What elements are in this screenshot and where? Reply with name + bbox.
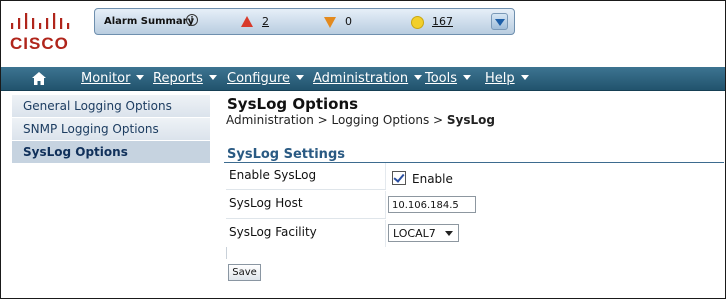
cisco-logo: CISCO — [8, 12, 72, 56]
nav-tools[interactable]: Tools — [425, 71, 472, 86]
sidebar-item-snmp-logging[interactable]: SNMP Logging Options — [12, 118, 210, 141]
nav-monitor[interactable]: Monitor — [81, 71, 145, 86]
alarm-dropdown-button[interactable] — [491, 13, 508, 30]
column-divider — [385, 163, 386, 189]
column-divider — [385, 220, 386, 247]
breadcrumb-current: SysLog — [446, 113, 495, 127]
nav-administration-label: Administration — [313, 71, 409, 86]
enable-checkbox-label[interactable]: Enable — [412, 172, 453, 186]
nav-tools-label: Tools — [425, 71, 458, 86]
syslog-host-label: SysLog Host — [229, 196, 303, 210]
chevron-down-icon — [463, 75, 472, 80]
sidebar-item-syslog-options[interactable]: SysLog Options — [12, 141, 210, 164]
minor-alarm[interactable]: 167 — [411, 14, 471, 30]
nav-help[interactable]: Help — [485, 71, 529, 86]
chevron-down-icon — [445, 231, 453, 236]
sidebar-item-general-logging[interactable]: General Logging Options — [12, 95, 210, 118]
major-alarm: 0 — [324, 14, 364, 30]
breadcrumb-path: Administration > Logging Options > — [226, 113, 447, 127]
logo-text: CISCO — [10, 34, 69, 53]
alarm-summary-title: Alarm Summary — [104, 16, 195, 27]
chevron-down-icon — [520, 75, 529, 80]
nav-administration[interactable]: Administration — [313, 71, 423, 86]
critical-alarm-icon — [241, 16, 253, 27]
info-icon[interactable]: i — [186, 14, 198, 26]
save-button[interactable]: Save — [228, 264, 261, 281]
critical-alarm-count[interactable]: 2 — [262, 15, 269, 28]
page-title: SysLog Options — [227, 95, 359, 113]
row-divider — [226, 189, 386, 190]
minor-alarm-icon — [411, 16, 424, 29]
nav-help-label: Help — [485, 71, 515, 86]
chevron-down-icon — [296, 75, 305, 80]
chevron-down-icon — [136, 75, 145, 80]
syslog-host-input[interactable]: 10.106.184.5 — [388, 196, 476, 213]
nav-configure-label: Configure — [227, 71, 291, 86]
sidebar: General Logging Options SNMP Logging Opt… — [12, 95, 210, 164]
row-divider — [226, 218, 386, 219]
cisco-bars-icon — [11, 13, 70, 29]
nav-configure[interactable]: Configure — [227, 71, 305, 86]
alarm-summary-bar: Alarm Summary i 2 0 167 — [94, 8, 515, 35]
minor-alarm-count[interactable]: 167 — [432, 15, 453, 28]
section-divider — [224, 162, 724, 163]
chevron-down-icon — [208, 75, 217, 80]
main-nav-bar: Monitor Reports Configure Administration… — [1, 67, 725, 91]
home-icon[interactable] — [32, 72, 46, 85]
enable-syslog-checkbox[interactable] — [392, 171, 406, 185]
column-divider — [385, 191, 386, 218]
nav-reports-label: Reports — [153, 71, 203, 86]
nav-reports[interactable]: Reports — [153, 71, 217, 86]
major-alarm-count: 0 — [345, 15, 352, 28]
syslog-facility-select[interactable]: LOCAL7 — [388, 224, 459, 242]
vertical-divider — [226, 247, 227, 259]
section-title: SysLog Settings — [227, 147, 345, 162]
major-alarm-icon — [324, 17, 336, 28]
syslog-facility-value: LOCAL7 — [393, 227, 436, 240]
syslog-facility-label: SysLog Facility — [229, 225, 317, 239]
enable-syslog-label: Enable SysLog — [229, 168, 317, 182]
chevron-down-icon — [414, 75, 423, 80]
nav-monitor-label: Monitor — [81, 71, 131, 86]
critical-alarm[interactable]: 2 — [241, 14, 281, 30]
breadcrumb: Administration > Logging Options > SysLo… — [226, 113, 495, 127]
